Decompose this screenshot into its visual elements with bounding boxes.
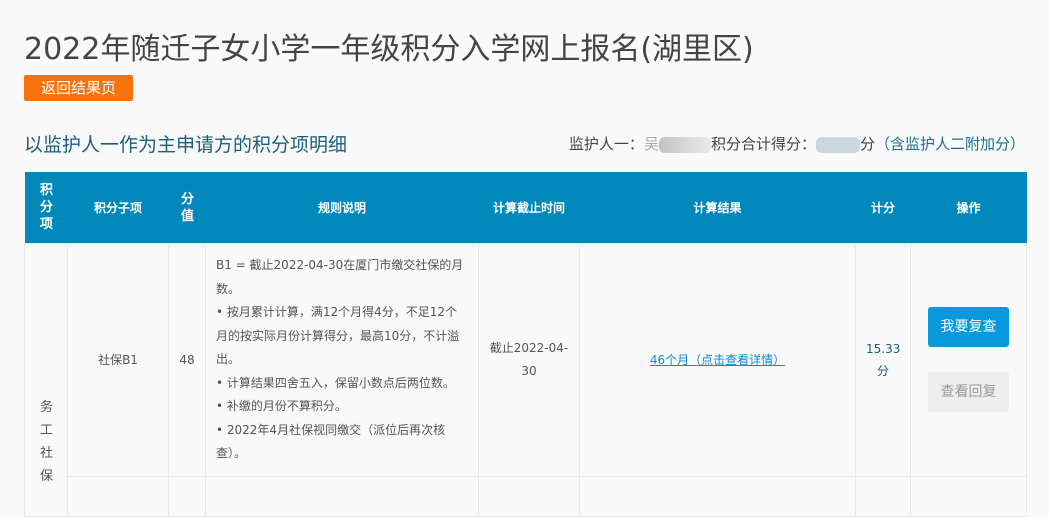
table-row: 务工社保 社保B1 48 B1 = 截止2022-04-30在厦门市缴交社保的月… — [24, 243, 1027, 517]
category-cell: 务工社保 — [24, 243, 68, 517]
guardian-name-initial: 吴 — [643, 135, 659, 153]
request-review-button[interactable]: 我要复查 — [928, 307, 1009, 348]
rule-line: • 计算结果四舍五入，保留小数点后两位数。 — [216, 375, 455, 390]
rule-line: • 2022年4月社保视同缴交（派位后再次核查）。 — [216, 422, 446, 461]
summary-note: （含监护人二附加分） — [874, 135, 1025, 153]
score-table: 积分项 积分子项 分值 规则说明 计算截止时间 计算结果 计分 操作 务工社保 … — [24, 172, 1027, 517]
rule-line: • 按月累计计算，满12个月得4分，不足12个月的按实际月份计算得分，最高10分… — [216, 305, 460, 366]
total-label: 积分合计得分： — [710, 135, 816, 153]
header-rules: 规则说明 — [205, 172, 479, 244]
deadline-cell: 截止2022-04-30 — [478, 243, 580, 477]
header-category: 积分项 — [24, 172, 68, 244]
actions-cell: 我要复查 查看回复 — [910, 243, 1027, 477]
guardian-label: 监护人一： — [568, 135, 644, 153]
score-cell: 15.33分 — [855, 243, 911, 477]
rule-line: B1 = 截止2022-04-30在厦门市缴交社保的月数。 — [216, 258, 464, 296]
rules-cell: B1 = 截止2022-04-30在厦门市缴交社保的月数。 • 按月累计计算，满… — [205, 243, 479, 477]
unit-label: 分 — [859, 135, 875, 153]
section-title: 以监护人一作为主申请方的积分项明细 — [24, 134, 348, 156]
header-actions: 操作 — [910, 172, 1027, 244]
total-score-redacted — [815, 136, 860, 153]
empty-cell — [205, 475, 479, 517]
header-value: 分值 — [168, 172, 206, 244]
value-cell: 48 — [168, 243, 206, 477]
rule-line: • 补缴的月份不算积分。 — [216, 399, 347, 413]
result-cell: 46个月（点击查看详情） — [579, 243, 856, 477]
empty-cell — [67, 475, 169, 517]
view-reply-button[interactable]: 查看回复 — [928, 372, 1009, 413]
table-row — [25, 475, 1027, 517]
guardian-name-redacted — [658, 136, 711, 153]
result-detail-link[interactable]: 46个月（点击查看详情） — [650, 353, 785, 367]
empty-cell — [168, 475, 206, 517]
back-to-results-button[interactable]: 返回结果页 — [24, 75, 133, 101]
header-deadline: 计算截止时间 — [478, 172, 580, 244]
header-score: 计分 — [855, 172, 911, 244]
page-title: 2022年随迁子女小学一年级积分入学网上报名(湖里区) — [24, 32, 754, 67]
score-summary: 监护人一：吴 积分合计得分： 分（含监护人二附加分） — [569, 133, 1025, 154]
header-result: 计算结果 — [579, 172, 856, 244]
empty-cell — [579, 475, 856, 517]
empty-cell — [478, 475, 580, 517]
table-header-row: 积分项 积分子项 分值 规则说明 计算截止时间 计算结果 计分 操作 — [24, 172, 1027, 244]
empty-cell — [910, 475, 1027, 517]
header-subitem: 积分子项 — [67, 172, 169, 244]
subitem-cell: 社保B1 — [67, 243, 169, 477]
empty-cell — [855, 475, 911, 517]
